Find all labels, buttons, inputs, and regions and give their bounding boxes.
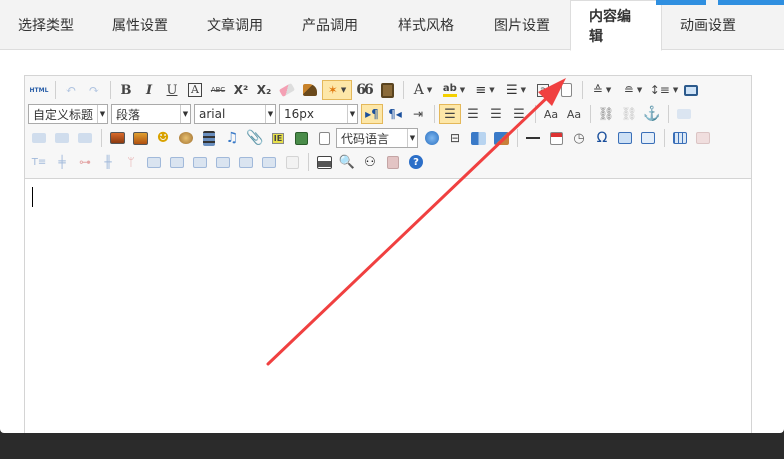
arrow-shaft bbox=[266, 90, 555, 366]
annotation-arrow bbox=[266, 78, 566, 366]
